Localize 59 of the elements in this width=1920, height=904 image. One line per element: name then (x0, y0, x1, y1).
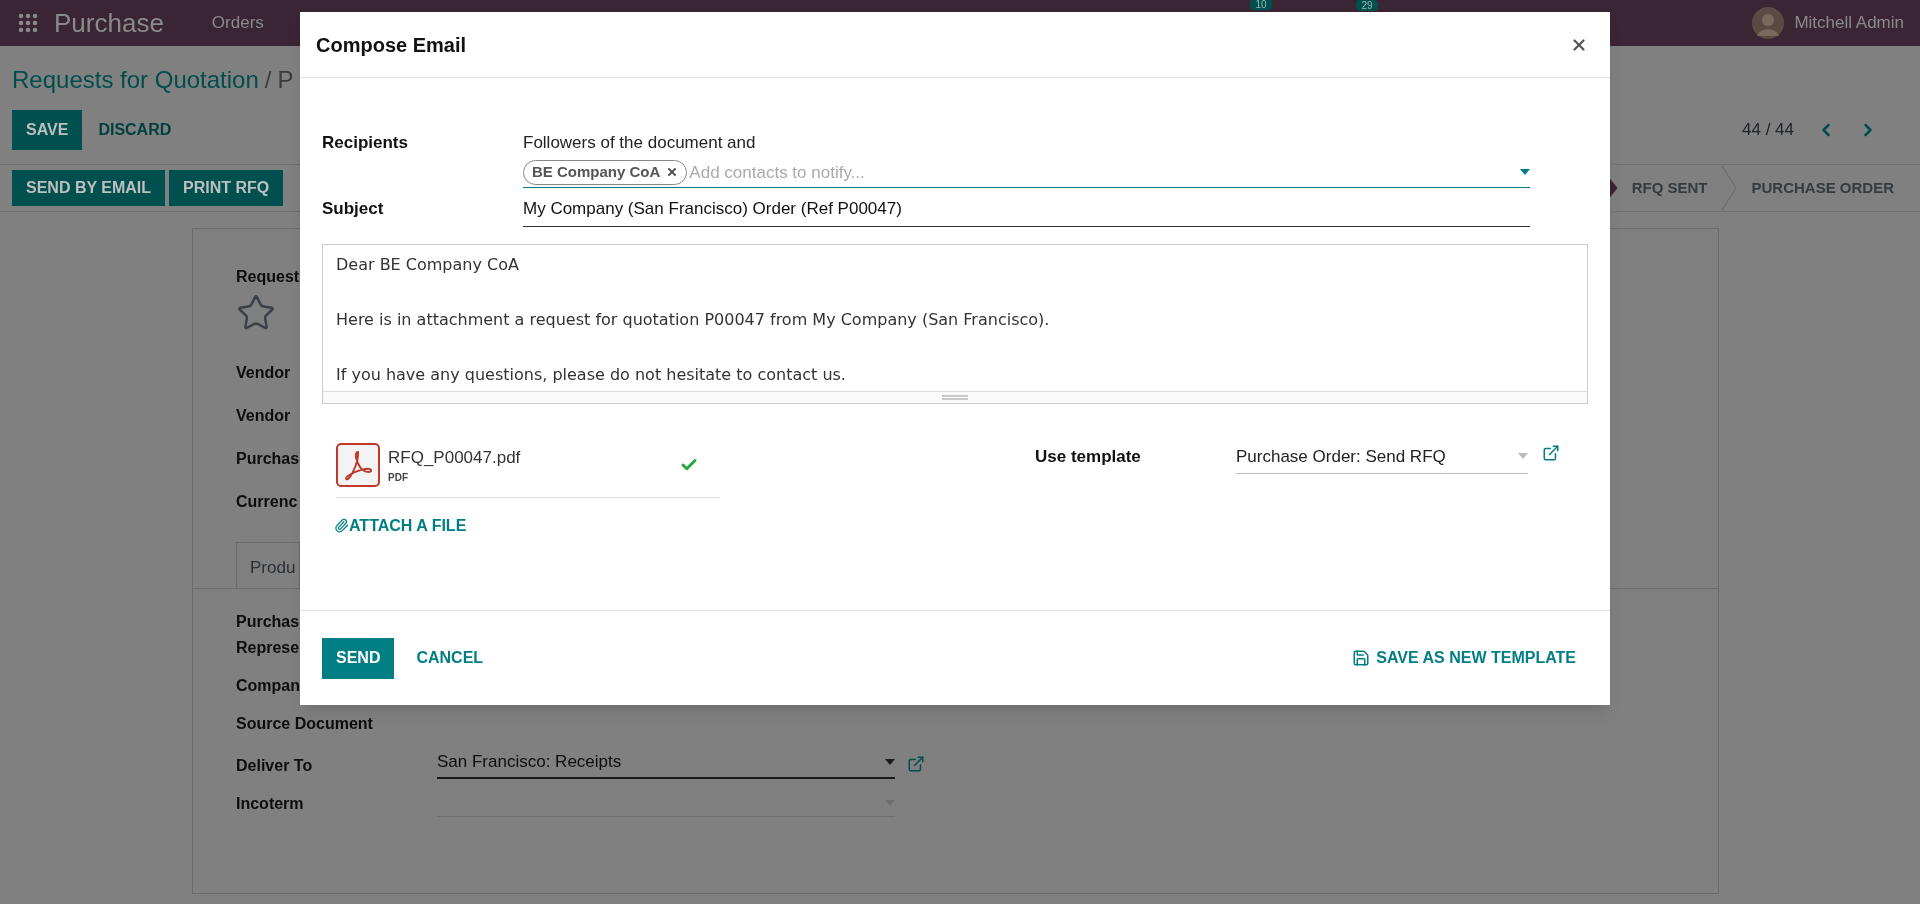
field-label: Compan (236, 676, 300, 696)
pager-counter: 44 / 44 (1742, 119, 1794, 142)
save-template-button[interactable]: SAVE AS NEW TEMPLATE (1352, 637, 1576, 679)
field-label: Purchas (236, 612, 300, 632)
dropdown-caret-icon (1518, 453, 1528, 460)
paperclip-icon (334, 518, 349, 533)
breadcrumb-current: P (277, 65, 294, 95)
app-name[interactable]: Purchase (54, 3, 164, 43)
followers-text: Followers of the document and (523, 132, 757, 154)
template-select[interactable]: Purchase Order: Send RFQ (1236, 443, 1528, 474)
message-count-badge: 10 (1250, 0, 1272, 10)
body-paragraph: Here is in attachment a request for quotation P00047 from My Company (San Francisco). (336, 308, 1051, 331)
contacts-input[interactable]: Add contacts to notify... (689, 159, 1520, 185)
field-label: Vendor (236, 363, 291, 383)
breadcrumb-link[interactable]: Requests for Quotation (12, 62, 259, 98)
external-link-icon[interactable] (1542, 443, 1560, 462)
recipients-field[interactable]: BE Company CoA Add contacts to notify... (523, 159, 1530, 188)
recipients-label: Recipients (322, 132, 409, 154)
deliver-to-select[interactable]: San Francisco: Receipts (437, 749, 895, 779)
user-avatar[interactable] (1752, 7, 1785, 39)
field-label: Vendor (236, 406, 291, 426)
attachment-card[interactable]: RFQ_P00047.pdf PDF (336, 433, 720, 498)
dropdown-caret-icon (885, 758, 895, 765)
discard-button[interactable]: DISCARD (82, 110, 188, 150)
apps-menu-icon[interactable] (16, 11, 40, 35)
dialog-title: Compose Email (316, 32, 467, 58)
status-stage[interactable]: PURCHASE ORDER (1737, 176, 1908, 200)
grip-lines-icon (942, 394, 968, 400)
template-label: Use template (1035, 445, 1142, 468)
attachment-name: RFQ_P00047.pdf (388, 446, 521, 469)
field-label: Source Document (236, 714, 373, 734)
status-stage[interactable]: RFQ SENT (1617, 176, 1722, 200)
attachment-type: PDF (388, 471, 409, 486)
resize-handle[interactable] (323, 390, 1587, 403)
action-button[interactable]: SEND BY EMAIL (12, 170, 166, 206)
action-button[interactable]: PRINT RFQ (169, 170, 284, 206)
remove-tag-icon[interactable] (666, 166, 679, 179)
field-label: Request (236, 267, 300, 287)
save-button[interactable]: SAVE (12, 110, 83, 150)
body-paragraph: Dear BE Company CoA (336, 253, 520, 276)
pdf-file-icon (336, 443, 380, 487)
field-label: Currenc (236, 492, 298, 512)
external-link-icon[interactable] (907, 754, 925, 773)
menu-item[interactable]: Orders (211, 10, 264, 36)
field-label: Purchas (236, 449, 300, 469)
attach-file-button[interactable]: ATTACH A FILE (334, 513, 467, 538)
body-paragraph: If you have any questions, please do not hesitate to contact us. (336, 363, 847, 386)
breadcrumb-separator: / (264, 65, 272, 95)
dropdown-caret-icon (1520, 169, 1530, 176)
user-name[interactable]: Mitchell Admin (1794, 10, 1904, 36)
email-body-editor[interactable]: Dear BE Company CoA Here is in attachment a request for quotation P00047 from My Company (San Francisco). If you have any questions, please do not hesitate to contact us. (322, 243, 1588, 404)
subject-field[interactable]: My Company (San Francisco) Order (Ref P00047) (523, 196, 1530, 227)
send-button[interactable]: SEND (322, 637, 395, 679)
call-count-badge: 29 (1356, 0, 1378, 11)
field-label: Deliver To (236, 755, 313, 776)
field-label: Represe (236, 638, 300, 658)
subject-label: Subject (322, 198, 385, 220)
field-label: Incoterm (236, 793, 304, 814)
cancel-button[interactable]: CANCEL (402, 637, 498, 679)
